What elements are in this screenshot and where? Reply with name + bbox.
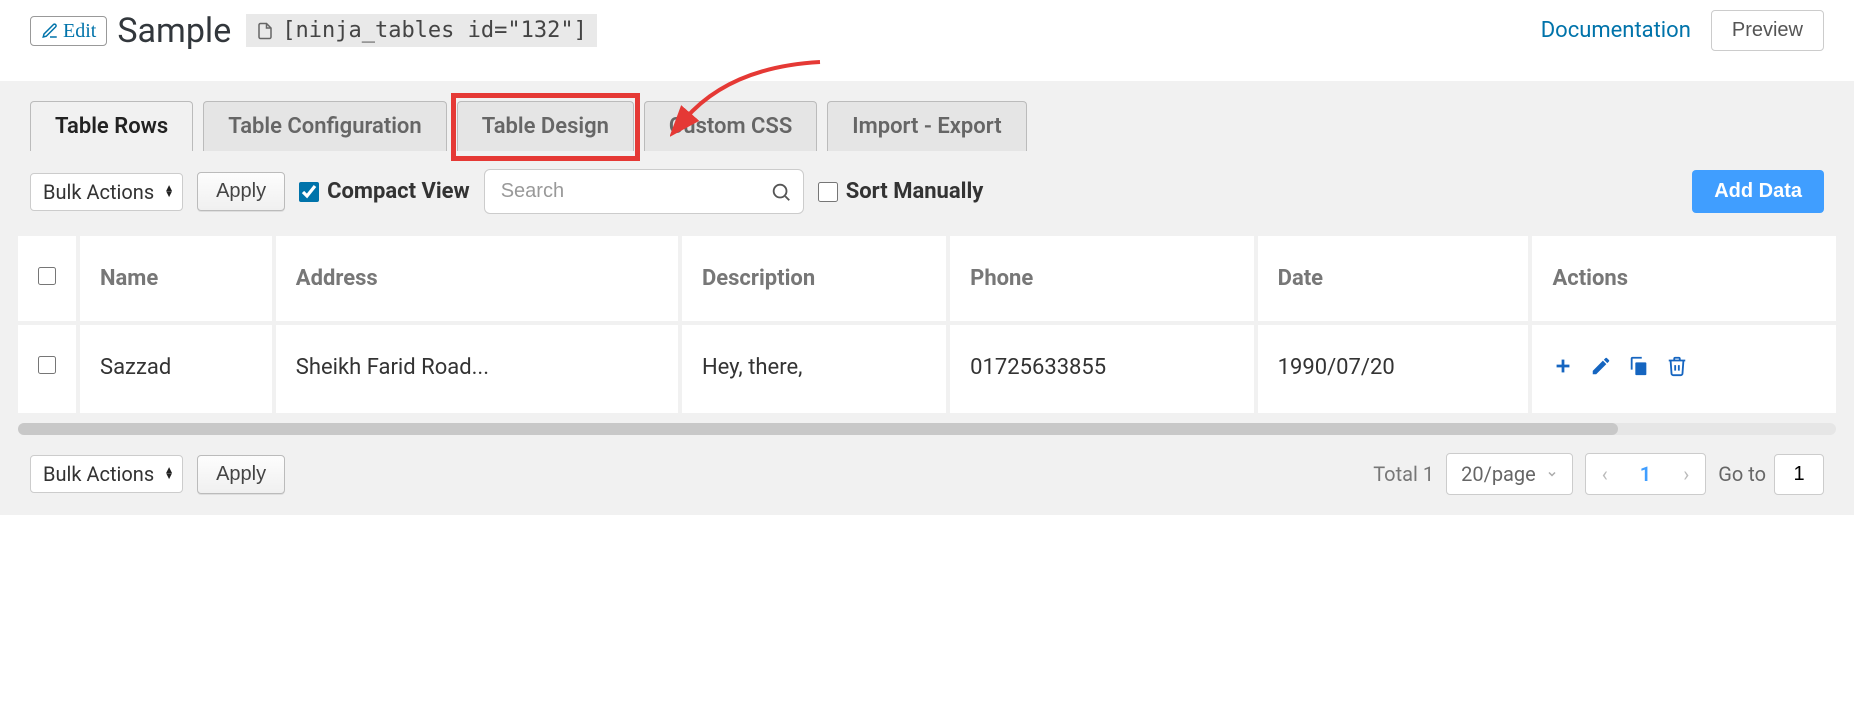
page-size-select[interactable]: 20/page	[1446, 453, 1573, 495]
edit-label: Edit	[63, 21, 96, 41]
sort-manually-toggle[interactable]: Sort Manually	[818, 179, 984, 204]
shortcode-display[interactable]: [ninja_tables id="132"]	[246, 14, 597, 47]
tab-import-export[interactable]: Import - Export	[827, 101, 1026, 151]
data-table: NameAddressDescriptionPhoneDateActions S…	[14, 232, 1840, 417]
cell: Sazzad	[80, 325, 272, 413]
preview-button[interactable]: Preview	[1711, 10, 1824, 51]
delete-icon[interactable]	[1666, 355, 1688, 383]
bulk-actions-label-footer: Bulk Actions	[43, 462, 154, 486]
sort-manually-checkbox[interactable]	[818, 182, 838, 202]
column-address: Address	[276, 236, 678, 321]
pagination: ‹ 1 ›	[1585, 453, 1706, 495]
cell: Hey, there,	[682, 325, 946, 413]
cell: Sheikh Farid Road...	[276, 325, 678, 413]
edit-icon[interactable]	[1590, 355, 1612, 383]
bulk-actions-select-footer[interactable]: Bulk Actions ▲▼	[30, 455, 183, 493]
goto-input[interactable]	[1774, 454, 1824, 495]
apply-button[interactable]: Apply	[197, 172, 285, 211]
chevron-down-icon	[1546, 468, 1558, 480]
edit-button[interactable]: Edit	[30, 16, 107, 46]
goto-label: Go to	[1718, 462, 1766, 486]
select-all-checkbox[interactable]	[38, 267, 56, 285]
total-text: Total 1	[1373, 462, 1434, 486]
table-row: SazzadSheikh Farid Road...Hey, there,017…	[18, 325, 1836, 413]
bulk-actions-label: Bulk Actions	[43, 180, 154, 204]
cell: 1990/07/20	[1258, 325, 1529, 413]
bulk-actions-select[interactable]: Bulk Actions ▲▼	[30, 173, 183, 211]
column-phone: Phone	[950, 236, 1254, 321]
add-data-button[interactable]: Add Data	[1692, 170, 1824, 213]
column-name: Name	[80, 236, 272, 321]
tab-table-configuration[interactable]: Table Configuration	[203, 101, 446, 151]
documentation-link[interactable]: Documentation	[1541, 18, 1691, 43]
apply-button-footer[interactable]: Apply	[197, 455, 285, 494]
cell: 01725633855	[950, 325, 1254, 413]
tab-table-rows[interactable]: Table Rows	[30, 101, 193, 151]
horizontal-scrollbar[interactable]	[18, 423, 1836, 435]
page-title: Sample	[117, 11, 231, 51]
compact-view-label: Compact View	[327, 179, 470, 204]
column-description: Description	[682, 236, 946, 321]
current-page[interactable]: 1	[1624, 454, 1667, 494]
shortcode-text: [ninja_tables id="132"]	[282, 18, 587, 43]
copy-icon[interactable]	[1628, 355, 1650, 383]
sort-manually-label: Sort Manually	[846, 179, 984, 204]
document-icon	[256, 21, 274, 41]
compact-view-checkbox[interactable]	[299, 182, 319, 202]
search-icon	[770, 181, 792, 203]
compact-view-toggle[interactable]: Compact View	[299, 179, 470, 204]
prev-page[interactable]: ‹	[1586, 454, 1624, 494]
select-arrows-icon: ▲▼	[164, 468, 174, 480]
row-checkbox[interactable]	[38, 356, 56, 374]
tab-table-design[interactable]: Table Design	[457, 101, 634, 151]
search-input[interactable]	[484, 169, 804, 214]
column-actions: Actions	[1532, 236, 1836, 321]
tab-custom-css[interactable]: Custom CSS	[644, 101, 817, 151]
add-icon[interactable]	[1552, 355, 1574, 383]
pencil-icon	[41, 22, 59, 40]
next-page[interactable]: ›	[1667, 454, 1705, 494]
select-arrows-icon: ▲▼	[164, 186, 174, 198]
column-date: Date	[1258, 236, 1529, 321]
